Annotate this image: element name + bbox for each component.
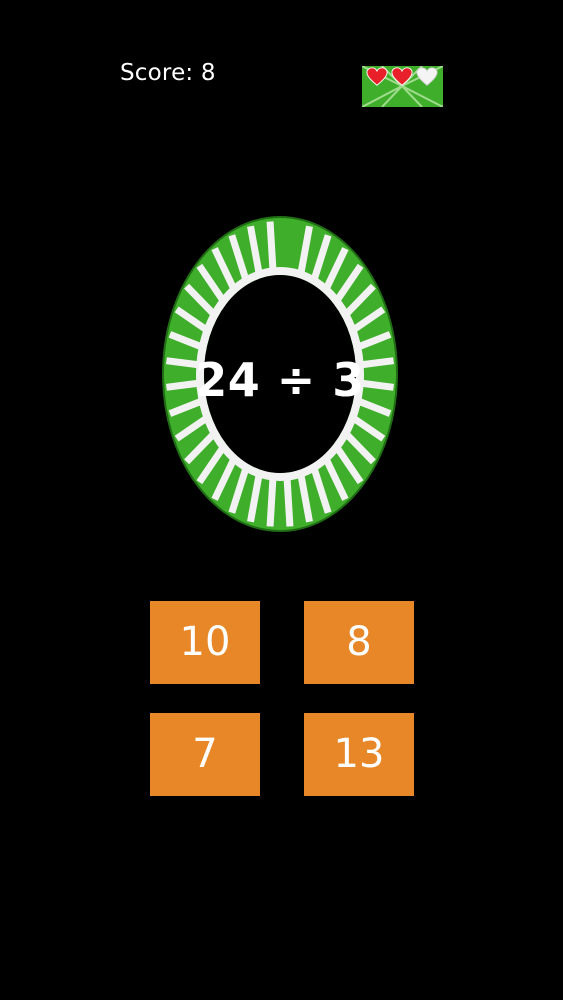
dial-ray — [283, 479, 294, 527]
answer-button[interactable]: 10 — [150, 601, 260, 684]
lives-indicator — [362, 66, 443, 107]
score-label: Score: 8 — [120, 60, 216, 86]
dial-ray — [266, 479, 277, 527]
answer-button[interactable]: 13 — [304, 713, 414, 796]
answer-button[interactable]: 7 — [150, 713, 260, 796]
answer-button[interactable]: 8 — [304, 601, 414, 684]
heart-full-icon — [391, 67, 413, 86]
math-problem: 24 ÷ 3 — [195, 353, 365, 407]
heart-full-icon — [366, 67, 388, 86]
dial-ray — [266, 221, 277, 269]
heart-empty-icon — [416, 67, 438, 86]
